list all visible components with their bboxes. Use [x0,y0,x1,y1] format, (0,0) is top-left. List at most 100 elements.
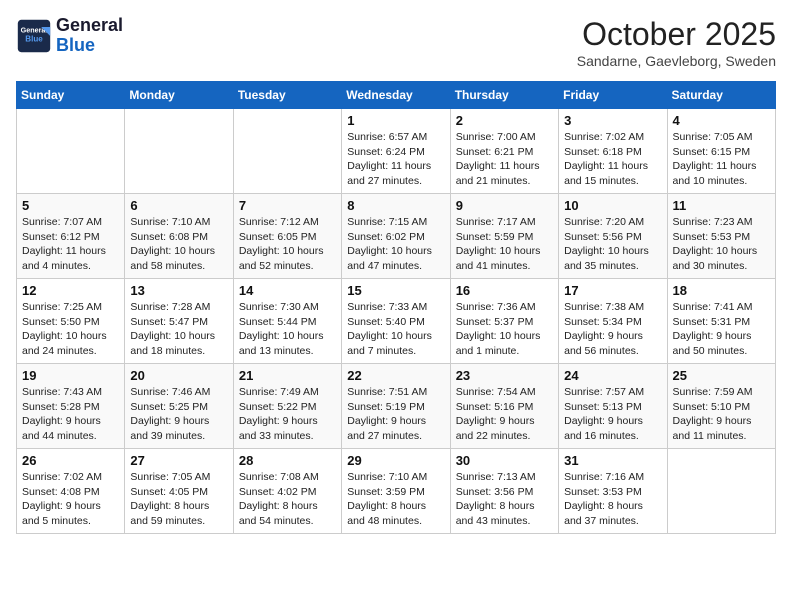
day-info: Sunrise: 7:28 AM Sunset: 5:47 PM Dayligh… [130,300,227,359]
calendar-cell: 17 Sunrise: 7:38 AM Sunset: 5:34 PM Dayli… [559,279,667,364]
calendar-week-row: 12Sunrise: 7:25 AM Sunset: 5:50 PM Dayli… [17,279,776,364]
logo-blue: Blue [56,36,123,56]
day-info: Sunrise: 7:54 AM Sunset: 5:16 PM Dayligh… [456,385,553,444]
day-info: Sunrise: 7:23 AM Sunset: 5:53 PM Dayligh… [673,215,770,274]
day-number: 20 [130,368,227,383]
svg-text:General: General [21,25,48,34]
calendar-cell: 22 Sunrise: 7:51 AM Sunset: 5:19 PM Dayli… [342,364,450,449]
calendar-week-row: 26 Sunrise: 7:02 AM Sunset: 4:08 PM Dayli… [17,449,776,534]
calendar-cell: 10 Sunrise: 7:20 AM Sunset: 5:56 PM Dayli… [559,194,667,279]
day-info: Sunrise: 7:41 AM Sunset: 5:31 PM Dayligh… [673,300,770,359]
day-info: Sunrise: 7:07 AM Sunset: 6:12 PM Dayligh… [22,215,119,274]
calendar-cell: 12Sunrise: 7:25 AM Sunset: 5:50 PM Dayli… [17,279,125,364]
day-number: 3 [564,113,661,128]
calendar-cell: 31 Sunrise: 7:16 AM Sunset: 3:53 PM Dayli… [559,449,667,534]
calendar-week-row: 1Sunrise: 6:57 AM Sunset: 6:24 PM Daylig… [17,109,776,194]
day-number: 17 [564,283,661,298]
logo-icon: General Blue [16,18,52,54]
calendar-cell [233,109,341,194]
day-number: 27 [130,453,227,468]
calendar-week-row: 5 Sunrise: 7:07 AM Sunset: 6:12 PM Daylig… [17,194,776,279]
weekday-header: Sunday [17,82,125,109]
calendar-cell: 1Sunrise: 6:57 AM Sunset: 6:24 PM Daylig… [342,109,450,194]
calendar-cell: 9 Sunrise: 7:17 AM Sunset: 5:59 PM Daylig… [450,194,558,279]
day-info: Sunrise: 7:59 AM Sunset: 5:10 PM Dayligh… [673,385,770,444]
day-info: Sunrise: 7:12 AM Sunset: 6:05 PM Dayligh… [239,215,336,274]
weekday-header: Wednesday [342,82,450,109]
calendar-cell: 6 Sunrise: 7:10 AM Sunset: 6:08 PM Daylig… [125,194,233,279]
weekday-header: Friday [559,82,667,109]
day-number: 6 [130,198,227,213]
day-number: 30 [456,453,553,468]
day-info: Sunrise: 7:51 AM Sunset: 5:19 PM Dayligh… [347,385,444,444]
day-info: Sunrise: 7:38 AM Sunset: 5:34 PM Dayligh… [564,300,661,359]
calendar-cell: 26 Sunrise: 7:02 AM Sunset: 4:08 PM Dayli… [17,449,125,534]
day-info: Sunrise: 7:02 AM Sunset: 4:08 PM Dayligh… [22,470,119,529]
day-number: 1 [347,113,444,128]
calendar-week-row: 19 Sunrise: 7:43 AM Sunset: 5:28 PM Dayli… [17,364,776,449]
day-info: Sunrise: 7:16 AM Sunset: 3:53 PM Dayligh… [564,470,661,529]
day-info: Sunrise: 7:05 AM Sunset: 6:15 PM Dayligh… [673,130,770,189]
day-number: 4 [673,113,770,128]
day-number: 19 [22,368,119,383]
weekday-header: Monday [125,82,233,109]
day-number: 29 [347,453,444,468]
calendar-cell: 11 Sunrise: 7:23 AM Sunset: 5:53 PM Dayli… [667,194,775,279]
day-number: 2 [456,113,553,128]
day-info: Sunrise: 7:49 AM Sunset: 5:22 PM Dayligh… [239,385,336,444]
calendar-cell: 15Sunrise: 7:33 AM Sunset: 5:40 PM Dayli… [342,279,450,364]
day-number: 25 [673,368,770,383]
calendar-table: SundayMondayTuesdayWednesdayThursdayFrid… [16,81,776,534]
logo-general: General [56,16,123,36]
day-info: Sunrise: 7:57 AM Sunset: 5:13 PM Dayligh… [564,385,661,444]
day-number: 9 [456,198,553,213]
calendar-cell: 8Sunrise: 7:15 AM Sunset: 6:02 PM Daylig… [342,194,450,279]
calendar-cell [17,109,125,194]
day-number: 22 [347,368,444,383]
day-number: 5 [22,198,119,213]
day-info: Sunrise: 7:17 AM Sunset: 5:59 PM Dayligh… [456,215,553,274]
calendar-header-row: SundayMondayTuesdayWednesdayThursdayFrid… [17,82,776,109]
calendar-cell: 5 Sunrise: 7:07 AM Sunset: 6:12 PM Daylig… [17,194,125,279]
day-number: 26 [22,453,119,468]
calendar-cell: 4 Sunrise: 7:05 AM Sunset: 6:15 PM Daylig… [667,109,775,194]
calendar-cell: 30 Sunrise: 7:13 AM Sunset: 3:56 PM Dayli… [450,449,558,534]
day-number: 23 [456,368,553,383]
day-info: Sunrise: 7:10 AM Sunset: 6:08 PM Dayligh… [130,215,227,274]
day-info: Sunrise: 7:05 AM Sunset: 4:05 PM Dayligh… [130,470,227,529]
location: Sandarne, Gaevleborg, Sweden [577,53,776,69]
day-info: Sunrise: 7:08 AM Sunset: 4:02 PM Dayligh… [239,470,336,529]
calendar-cell: 14Sunrise: 7:30 AM Sunset: 5:44 PM Dayli… [233,279,341,364]
day-info: Sunrise: 7:33 AM Sunset: 5:40 PM Dayligh… [347,300,444,359]
day-number: 8 [347,198,444,213]
day-number: 21 [239,368,336,383]
day-info: Sunrise: 7:13 AM Sunset: 3:56 PM Dayligh… [456,470,553,529]
day-number: 14 [239,283,336,298]
weekday-header: Tuesday [233,82,341,109]
day-info: Sunrise: 7:10 AM Sunset: 3:59 PM Dayligh… [347,470,444,529]
svg-text:Blue: Blue [25,34,43,43]
calendar-cell: 3Sunrise: 7:02 AM Sunset: 6:18 PM Daylig… [559,109,667,194]
calendar-cell: 18 Sunrise: 7:41 AM Sunset: 5:31 PM Dayli… [667,279,775,364]
page-header: General Blue General Blue October 2025 S… [16,16,776,69]
calendar-cell: 16Sunrise: 7:36 AM Sunset: 5:37 PM Dayli… [450,279,558,364]
day-number: 12 [22,283,119,298]
calendar-cell: 7Sunrise: 7:12 AM Sunset: 6:05 PM Daylig… [233,194,341,279]
calendar-cell: 21 Sunrise: 7:49 AM Sunset: 5:22 PM Dayli… [233,364,341,449]
day-number: 11 [673,198,770,213]
calendar-cell [667,449,775,534]
calendar-cell: 25 Sunrise: 7:59 AM Sunset: 5:10 PM Dayli… [667,364,775,449]
weekday-header: Saturday [667,82,775,109]
day-number: 10 [564,198,661,213]
calendar-cell: 2Sunrise: 7:00 AM Sunset: 6:21 PM Daylig… [450,109,558,194]
day-info: Sunrise: 7:43 AM Sunset: 5:28 PM Dayligh… [22,385,119,444]
calendar-cell: 27 Sunrise: 7:05 AM Sunset: 4:05 PM Dayli… [125,449,233,534]
calendar-cell: 23 Sunrise: 7:54 AM Sunset: 5:16 PM Dayli… [450,364,558,449]
title-block: October 2025 Sandarne, Gaevleborg, Swede… [577,16,776,69]
day-number: 28 [239,453,336,468]
day-number: 18 [673,283,770,298]
day-number: 24 [564,368,661,383]
day-number: 31 [564,453,661,468]
day-info: Sunrise: 7:20 AM Sunset: 5:56 PM Dayligh… [564,215,661,274]
calendar-cell: 20Sunrise: 7:46 AM Sunset: 5:25 PM Dayli… [125,364,233,449]
